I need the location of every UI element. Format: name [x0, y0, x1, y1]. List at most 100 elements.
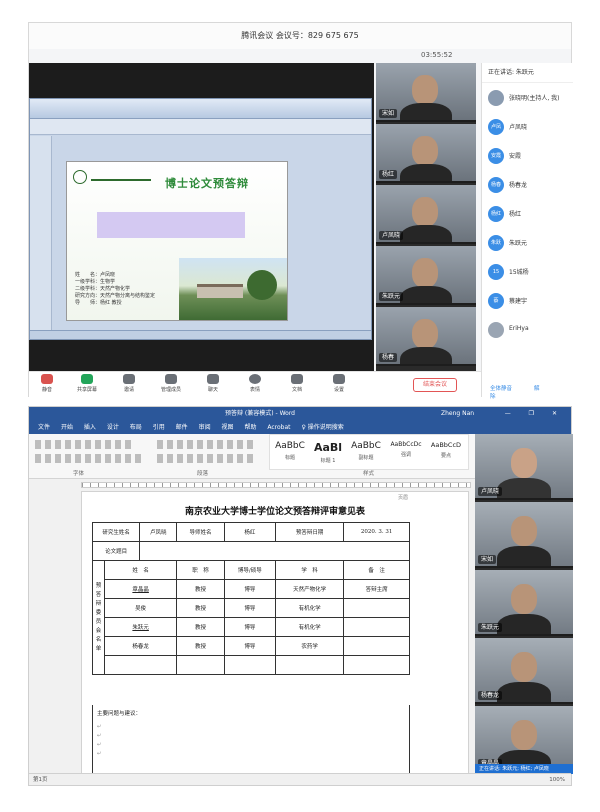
avatar: 朱跃: [488, 235, 504, 251]
table-header-cell: 姓 名: [103, 560, 178, 580]
participant-item[interactable]: 杨红 杨红: [488, 205, 572, 223]
end-meeting-button[interactable]: 结束会议: [413, 378, 457, 392]
participant-item[interactable]: 安霞 安霞: [488, 147, 572, 165]
mute-all-button[interactable]: 全体静音: [490, 386, 512, 392]
campus-photo: [179, 258, 287, 320]
table-cell: 预答辩日期: [274, 522, 345, 542]
tab-acrobat[interactable]: Acrobat: [267, 424, 290, 431]
manage-members-button[interactable]: 管理成员: [153, 374, 189, 393]
participant-item[interactable]: 张晓明(主持人, 我): [488, 89, 572, 107]
emoji-button[interactable]: 表情: [237, 374, 273, 393]
mute-button[interactable]: 静音: [29, 374, 65, 393]
table-cell: 博导: [223, 636, 276, 656]
settings-button[interactable]: 设置: [321, 374, 357, 393]
slide-info-line: 研究方向：天然产物分离与结构鉴定: [75, 293, 156, 299]
table-cell: 杨红: [223, 522, 276, 542]
chat-button[interactable]: 聊天: [195, 374, 231, 393]
font-controls[interactable]: [35, 440, 135, 449]
avatar: [488, 90, 504, 106]
word-window: 预答辩 (兼容模式) - Word Zheng Nan — ❐ ✕ 文件 开始 …: [28, 406, 573, 786]
document-icon: [291, 374, 303, 384]
video-tile[interactable]: 章晶晶: [475, 706, 573, 772]
table-header-cell: 学 科: [274, 560, 345, 580]
table-header-cell: 职 称: [176, 560, 225, 580]
participant-item[interactable]: 杨春 杨春龙: [488, 176, 572, 194]
styles-gallery: AaBbC 标题 AaBl 标题 1 AaBbC 副标题 AaBbCcDc 强调 AaB…: [269, 434, 469, 470]
table-cell: [343, 598, 410, 618]
share-screen-button[interactable]: 共享屏幕: [69, 374, 105, 393]
zoom-level[interactable]: 100%: [549, 774, 565, 786]
video-tile[interactable]: 朱跃元: [475, 570, 573, 636]
table-cell: 论文题目: [91, 541, 141, 561]
document-button[interactable]: 文档: [279, 374, 315, 393]
video-tile[interactable]: 杨红: [376, 124, 476, 183]
tab-view[interactable]: 视图: [222, 424, 234, 431]
table-row: [93, 655, 410, 675]
style-item[interactable]: AaBbC 副标题: [348, 441, 384, 468]
share-screen-icon: [81, 374, 93, 384]
table-cell: 有机化学: [274, 617, 345, 637]
document-page[interactable]: 页眉 南京农业大学博士学位论文预答辩评审意见表 研究生姓名 卢凤晓 导师姓名 杨…: [81, 491, 469, 775]
style-item[interactable]: AaBbCcDc 强调: [388, 441, 424, 468]
video-tile[interactable]: 卢凤晓: [475, 434, 573, 500]
tab-file[interactable]: 文件: [38, 424, 50, 431]
tile-name: 杨春: [379, 353, 398, 362]
tab-home[interactable]: 开始: [61, 424, 73, 431]
participant-actions: 全体静音 解除: [482, 379, 573, 400]
video-tile[interactable]: 杨春龙: [475, 638, 573, 704]
tile-name: 宋如: [478, 555, 497, 564]
participant-item[interactable]: 蔡蔡建宇: [488, 292, 572, 310]
participant-name: 蔡建宇: [509, 298, 528, 305]
tab-review[interactable]: 审阅: [199, 424, 211, 431]
participant-name: 张晓明(主持人, 我): [509, 95, 560, 102]
document-title: 南京农业大学博士学位论文预答辩评审意见表: [184, 507, 365, 517]
participant-item[interactable]: 15 15城杨: [488, 263, 572, 281]
style-item[interactable]: AaBbC 标题: [272, 441, 308, 468]
tab-references[interactable]: 引用: [153, 424, 165, 431]
slide-info: 姓 名：卢凤晓 一级学科：生物学 二级学科：天然产物化学 研究方向：天然产物分离…: [75, 272, 155, 307]
evaluation-table: 研究生姓名 卢凤晓 导师姓名 杨红 预答辩日期 2020. 3. 31 论文题目…: [91, 522, 410, 675]
video-tile[interactable]: 宋如: [376, 63, 476, 122]
meeting-title: 腾讯会议 会议号：829 675 675: [29, 23, 571, 49]
tell-me-search[interactable]: ♀ 操作说明搜索: [301, 424, 343, 431]
tile-name: 朱跃元: [379, 292, 404, 301]
font-format-controls[interactable]: [35, 454, 145, 463]
style-item[interactable]: AaBl 标题 1: [310, 441, 346, 468]
ppt-titlebar: [30, 99, 371, 119]
speaking-indicator: 正在讲话: 朱跃元: [482, 63, 573, 83]
table-cell: 农药学: [274, 636, 345, 656]
window-controls[interactable]: — ❐ ✕: [505, 407, 565, 421]
tab-mailings[interactable]: 邮件: [176, 424, 188, 431]
opinion-box[interactable]: 主要问题与建议： ↵ ↵ ↵ ↵: [92, 705, 410, 774]
ribbon-tabs: 文件 开始 插入 设计 布局 引用 邮件 审阅 视图 帮助 Acrobat ♀ …: [29, 421, 571, 434]
invite-icon: [123, 374, 135, 384]
video-tile[interactable]: 杨春: [376, 307, 476, 366]
user-name[interactable]: Zheng Nan: [441, 407, 474, 421]
participant-item[interactable]: 朱跃 朱跃元: [488, 234, 572, 252]
video-tile[interactable]: 宋如: [475, 502, 573, 568]
committee-label: 预答辩委员会名单: [92, 560, 105, 675]
tab-layout[interactable]: 布局: [130, 424, 142, 431]
tab-insert[interactable]: 插入: [84, 424, 96, 431]
table-row: 吴俊 教授 博导 有机化学: [93, 598, 410, 618]
table-cell: [343, 655, 410, 675]
slide-info-line: 一级学科：生物学: [75, 279, 116, 285]
tile-name: 杨春龙: [478, 691, 503, 700]
table-cell: 答辩主席: [343, 579, 410, 599]
ruler[interactable]: [81, 482, 471, 488]
tab-design[interactable]: 设计: [107, 424, 119, 431]
style-item[interactable]: AaBbCcD 要点: [428, 441, 464, 468]
video-tile[interactable]: 朱跃元: [376, 246, 476, 305]
video-tile[interactable]: 卢凤晓: [376, 185, 476, 244]
paragraph-controls[interactable]: [157, 440, 257, 449]
paragraph-align-controls[interactable]: [157, 454, 257, 463]
meeting-window: 腾讯会议 会议号：829 675 675 03:55:52 博士论文预答辩 姓 …: [28, 22, 573, 400]
participant-item[interactable]: EriHya: [488, 321, 572, 339]
participant-item[interactable]: 卢凤 卢凤晓: [488, 118, 572, 136]
table-cell: [176, 655, 225, 675]
tab-help[interactable]: 帮助: [244, 424, 256, 431]
avatar: [488, 322, 504, 338]
table-cell: [343, 636, 410, 656]
invite-button[interactable]: 邀请: [111, 374, 147, 393]
slide: 博士论文预答辩 姓 名：卢凤晓 一级学科：生物学 二级学科：天然产物化学 研究方…: [66, 161, 288, 321]
